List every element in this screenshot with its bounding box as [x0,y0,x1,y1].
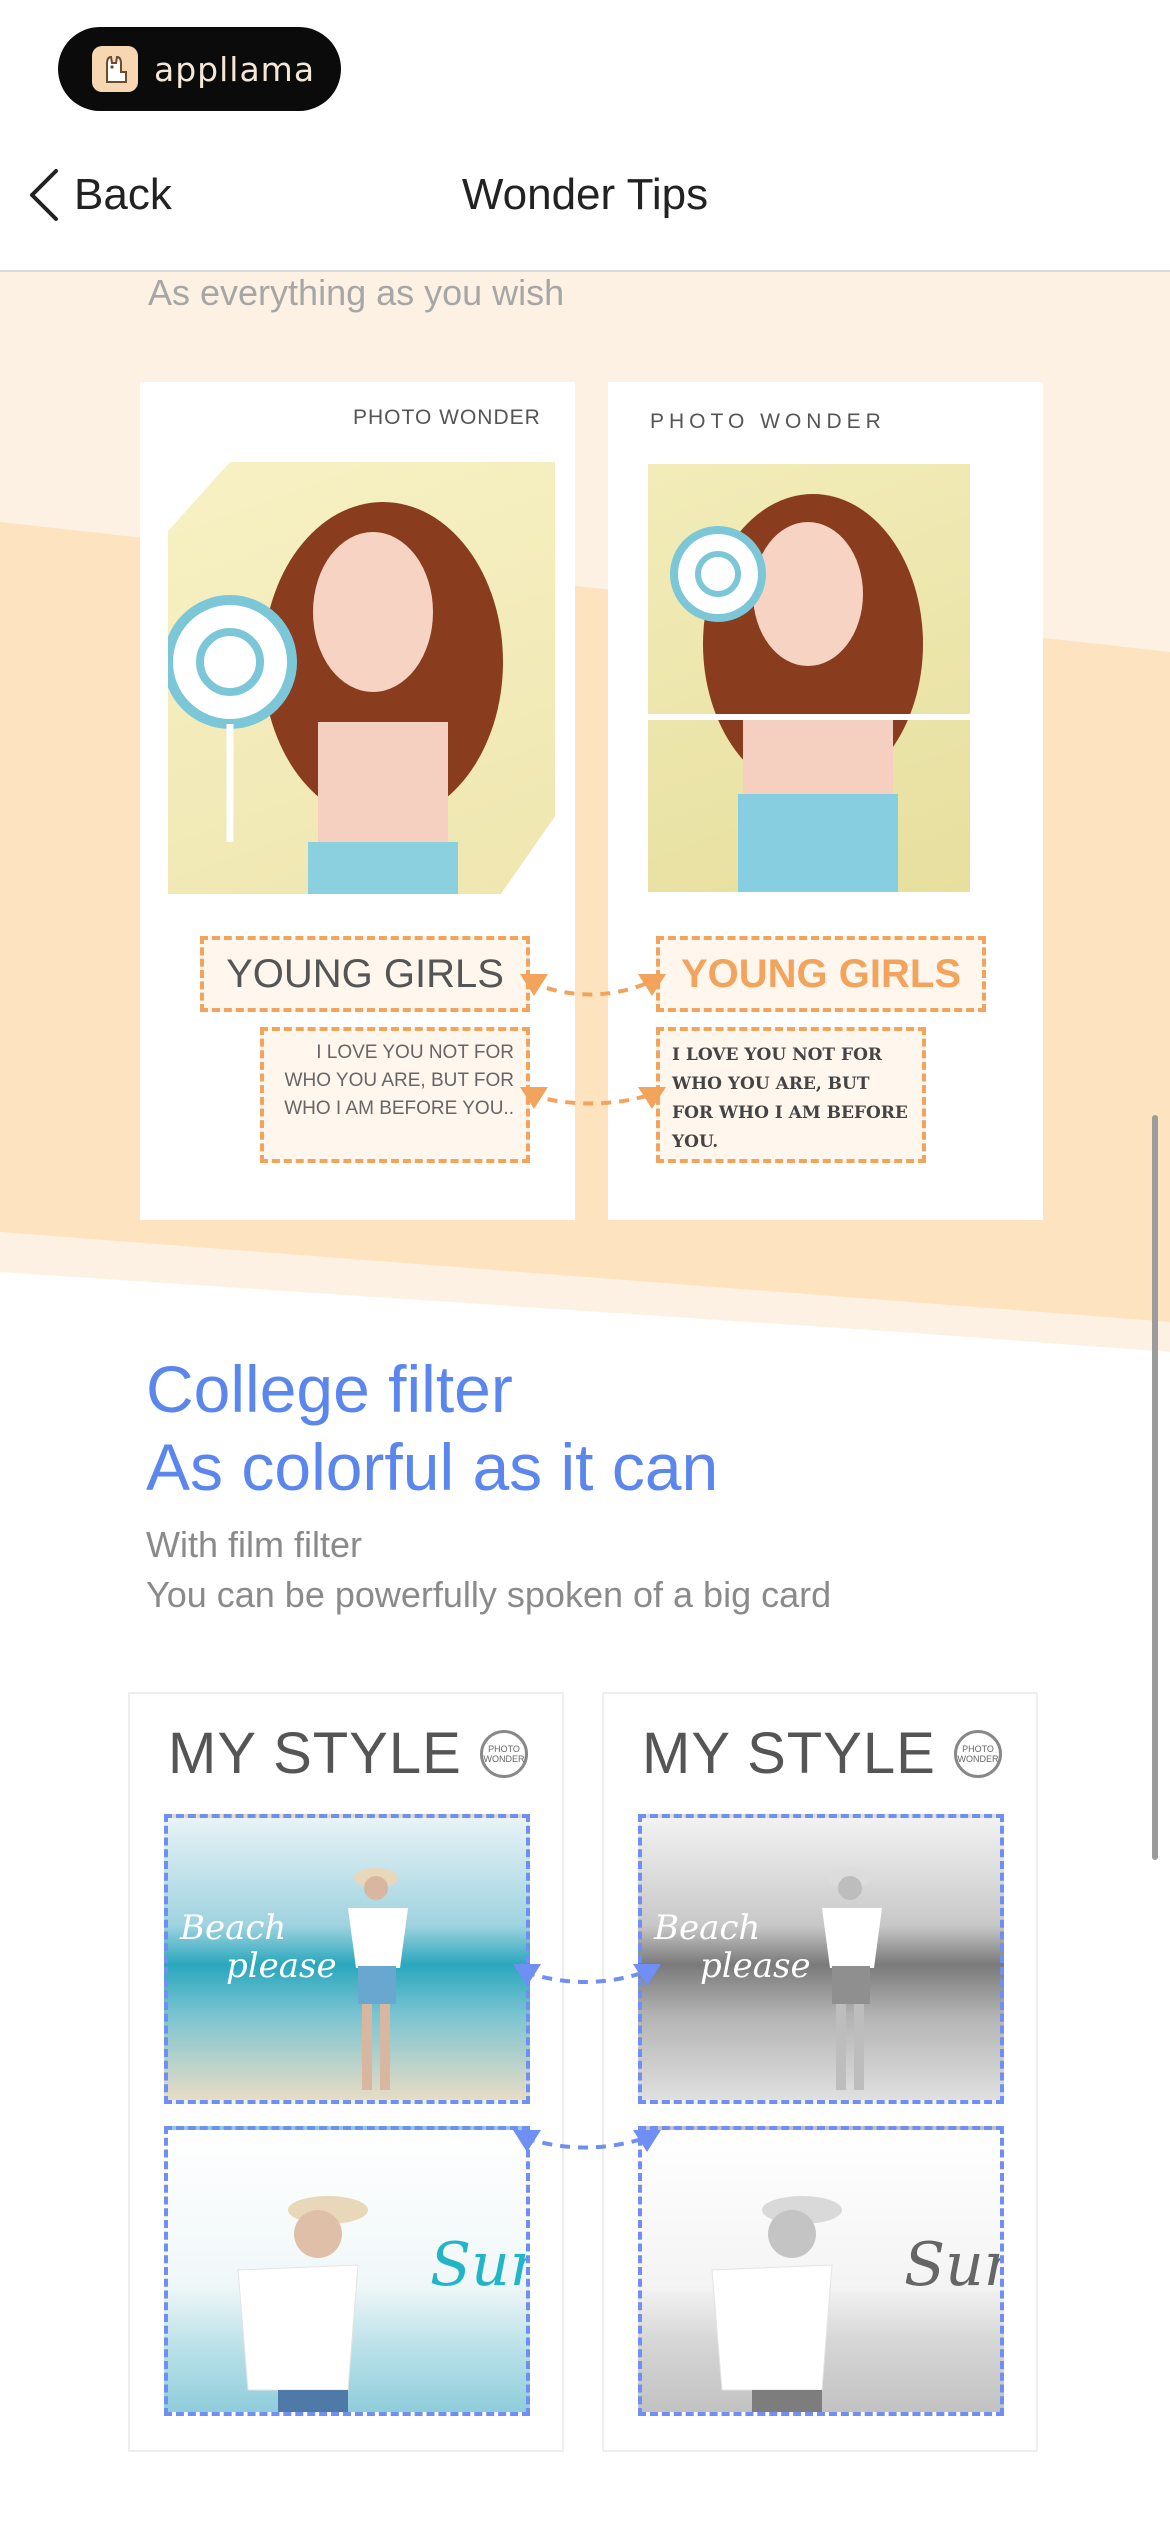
llama-icon [92,46,138,92]
person-figure [237,2196,368,2412]
beach-photo-bw-2: Sum [638,2126,1004,2416]
beach-photo-color-2: Sum [164,2126,530,2416]
page-title: Wonder Tips [461,170,709,219]
style-card-title: MY STYLE [168,1721,462,1786]
beach-photo-bw: Beach please [638,1814,1004,2104]
feature-subtext: With film filter You can be powerfully s… [146,1520,831,1620]
body-textbox: I LOVE YOU NOT FOR WHO YOU ARE, BUT FOR … [656,1027,926,1163]
scrollbar[interactable] [1152,1115,1158,1860]
feature-subtext-line1: With film filter [146,1524,362,1565]
portrait-photo [648,464,970,892]
feature-heading-line2: As colorful as it can [146,1430,719,1504]
card-title: YOUNG GIRLS [680,952,962,996]
title-textbox: YOUNG GIRLS [656,936,986,1012]
card-header: PHOTO WONDER [650,410,886,433]
feature-heading-block: College filter As colorful as it can Wit… [146,1350,831,1620]
card-title: YOUNG GIRLS [226,952,504,996]
person-figure [348,1868,408,2090]
style-card-title: MY STYLE [642,1721,936,1786]
title-textbox: YOUNG GIRLS [200,936,530,1012]
card-body: I LOVE YOU NOT FOR WHO YOU ARE, BUT FOR … [284,1042,514,1119]
connector-arrows [520,974,666,1109]
body-textbox: I LOVE YOU NOT FOR WHO YOU ARE, BUT FOR … [260,1027,530,1163]
brand-name: appllama [154,49,316,89]
photo-caption-a: Beach [180,1908,287,1948]
card-header: PHOTO WONDER [353,406,541,429]
photo-caption-c: Sum [904,2230,1000,2300]
feature-heading-line1: College filter [146,1352,513,1426]
feature-heading: College filter As colorful as it can [146,1350,831,1506]
template-card-left: PHOTO WONDER YOUNG GIRLS I LOVE YOU NOT … [140,382,575,1220]
portrait-photo [168,462,555,894]
feature-subtext-line2: You can be powerfully spoken of a big ca… [146,1574,832,1615]
person-figure [822,1868,882,2090]
app-brand-pill: appllama [58,27,341,111]
beach-photo-color: Beach please [164,1814,530,2104]
photo-wonder-badge: PHOTO WONDER [480,1730,528,1778]
photo-wonder-badge: PHOTO WONDER [954,1730,1002,1778]
style-card-left: MY STYLE PHOTO WONDER Beach please Sum [128,1692,564,2452]
connector-arrows [513,1964,661,2152]
card-body: I LOVE YOU NOT FOR WHO YOU ARE, BUT FOR … [672,1045,908,1152]
content-image: As everything as you wish PHOTO WONDER Y… [0,272,1170,2532]
person-figure [711,2196,842,2412]
section-caption: As everything as you wish [148,272,565,313]
photo-caption-c: Sum [430,2230,526,2300]
